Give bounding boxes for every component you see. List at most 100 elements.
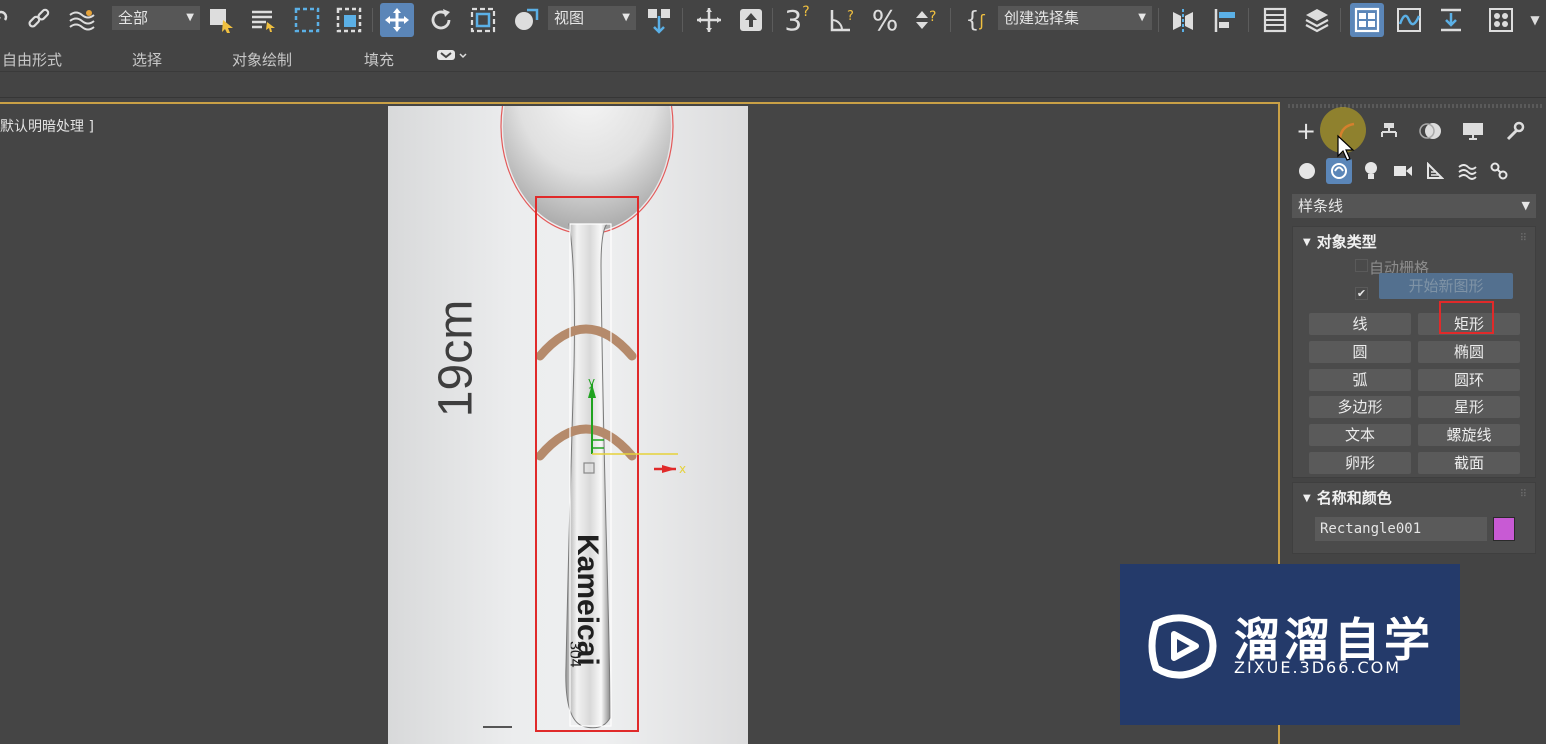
toolbar-separator [772,8,773,32]
name-color-header[interactable]: ▼ 名称和颜色 [1303,487,1392,508]
overflow-glyph: ▼ [1530,13,1540,27]
ribbon-tabs: 自由形式 选择 对象绘制 填充 [0,42,1546,72]
text-button[interactable]: 文本 [1309,424,1411,446]
select-scale-icon[interactable] [466,3,500,37]
select-object-icon[interactable] [204,3,238,37]
reference-coord-value: 视图 [554,9,585,27]
align-icon[interactable] [1208,3,1242,37]
spacewarps-category-icon[interactable] [1454,158,1480,184]
ribbon-toggle-icon[interactable] [1350,3,1384,37]
shape-category-value: 样条线 [1298,197,1344,215]
motion-tab-icon[interactable] [1416,116,1446,146]
scene-explorer-icon[interactable] [1258,3,1292,37]
brace-question-glyph: ʃ [979,10,985,30]
create-tab-icon[interactable]: + [1291,116,1321,146]
select-by-name-icon[interactable] [246,3,280,37]
svg-text:?: ? [847,9,854,24]
bind-spacewarp-icon[interactable] [64,3,98,37]
line-button[interactable]: 线 [1309,313,1411,335]
placement-icon[interactable] [508,3,542,37]
watermark-logo-icon [1148,614,1217,679]
ribbon-options-button[interactable] [436,47,470,67]
perspective-viewport[interactable]: 默认明暗处理 ] 19cm Kameicai 304 y x [0,102,1280,744]
create-category-buttons [1288,154,1538,186]
mouse-pointer-icon [1337,134,1355,161]
percent-glyph: % [871,3,899,37]
systems-category-icon[interactable] [1486,158,1512,184]
chevron-down-icon: ▼ [622,12,630,23]
named-selection-dropdown[interactable]: 创建选择集 ▼ [998,6,1152,30]
reference-coord-dropdown[interactable]: 视图 ▼ [548,6,636,30]
toolbar-separator [682,8,683,32]
curve-editor-icon[interactable] [1392,3,1426,37]
toolbar-separator [372,8,373,32]
display-tab-icon[interactable] [1458,116,1488,146]
rollout-collapse-icon: ▼ [1303,237,1311,248]
tab-populate[interactable]: 填充 [364,49,394,70]
object-name-field[interactable]: Rectangle001 [1315,517,1487,541]
main-toolbar: 全部 ▼ 视图 ▼ 3 ? ? % ? {ʃ 创建选择集 ▼ ▼ [0,0,1546,42]
brace-glyph: { [965,7,980,33]
keyboard-shortcut-override-icon[interactable] [734,3,768,37]
rect-selection-region-icon[interactable] [290,3,324,37]
spinner-snap-icon[interactable]: ? [910,3,944,37]
snaps-toggle-icon[interactable]: 3? [780,3,814,37]
unlink-icon[interactable] [0,3,18,37]
egg-button[interactable]: 卵形 [1309,452,1411,474]
select-rotate-icon[interactable] [424,3,458,37]
rollout-collapse-icon: ▼ [1303,493,1311,504]
lights-category-icon[interactable] [1358,158,1384,184]
angle-snap-icon[interactable]: ? [826,3,860,37]
material-editor-icon[interactable] [1484,3,1518,37]
percent-snap-icon[interactable]: % [868,3,902,37]
helix-button[interactable]: 螺旋线 [1418,424,1520,446]
hierarchy-tab-icon[interactable] [1374,116,1404,146]
helpers-category-icon[interactable] [1422,158,1448,184]
start-new-shape-button[interactable]: 开始新图形 [1379,273,1513,299]
toolbar-separator [1340,8,1341,32]
geometry-category-icon[interactable] [1294,158,1320,184]
utilities-tab-icon[interactable] [1500,116,1530,146]
ellipse-button[interactable]: 椭圆 [1418,341,1520,363]
edit-named-selection-icon[interactable]: {ʃ [958,3,992,37]
tab-selection[interactable]: 选择 [132,49,162,70]
named-selection-value: 创建选择集 [1004,9,1080,27]
star-button[interactable]: 星形 [1418,396,1520,418]
watermark-banner: 溜溜自学 ZIXUE.3D66.COM [1120,564,1460,725]
toolbar-overflow-icon[interactable]: ▼ [1524,3,1546,37]
tab-object-paint[interactable]: 对象绘制 [232,49,292,70]
gizmo-x-label: x [679,462,686,476]
object-color-swatch[interactable] [1493,517,1515,541]
circle-button[interactable]: 圆 [1309,341,1411,363]
mirror-icon[interactable] [1166,3,1200,37]
start-new-shape-checkbox[interactable]: ✔ [1355,287,1368,300]
viewport-shading-label[interactable]: 默认明暗处理 ] [0,116,94,136]
donut-button[interactable]: 圆环 [1418,369,1520,391]
selection-filter-dropdown[interactable]: 全部 ▼ [112,6,200,30]
object-type-header[interactable]: ▼ 对象类型 [1303,231,1377,252]
auto-grid-checkbox[interactable] [1355,259,1368,272]
window-crossing-icon[interactable] [332,3,366,37]
transform-gizmo[interactable]: y x [578,376,698,486]
rollout-grip-icon: ⠿ [1519,489,1527,500]
shape-category-dropdown[interactable]: 样条线 ▼ [1292,194,1536,218]
toolbar-separator [1158,8,1159,32]
name-color-rollout: ▼ 名称和颜色 ⠿ Rectangle001 [1292,482,1536,554]
chevron-down-icon: ▼ [186,12,194,23]
manipulate-icon[interactable] [692,3,726,37]
snap-question-icon: ? [802,4,810,20]
cameras-category-icon[interactable] [1390,158,1416,184]
layer-explorer-icon[interactable] [1300,3,1334,37]
selection-filter-value: 全部 [118,9,149,27]
section-button[interactable]: 截面 [1418,452,1520,474]
schematic-view-icon[interactable] [1434,3,1468,37]
arc-button[interactable]: 弧 [1309,369,1411,391]
select-move-icon[interactable] [380,3,414,37]
tab-freeform[interactable]: 自由形式 [2,49,62,70]
app-window: 全部 ▼ 视图 ▼ 3 ? ? % ? {ʃ 创建选择集 ▼ ▼ 自由形式 选… [0,0,1546,744]
pivot-center-icon[interactable] [642,3,676,37]
snaps-toggle-label: 3 [784,3,803,37]
link-icon[interactable] [22,3,56,37]
svg-text:?: ? [929,9,936,25]
ngon-button[interactable]: 多边形 [1309,396,1411,418]
